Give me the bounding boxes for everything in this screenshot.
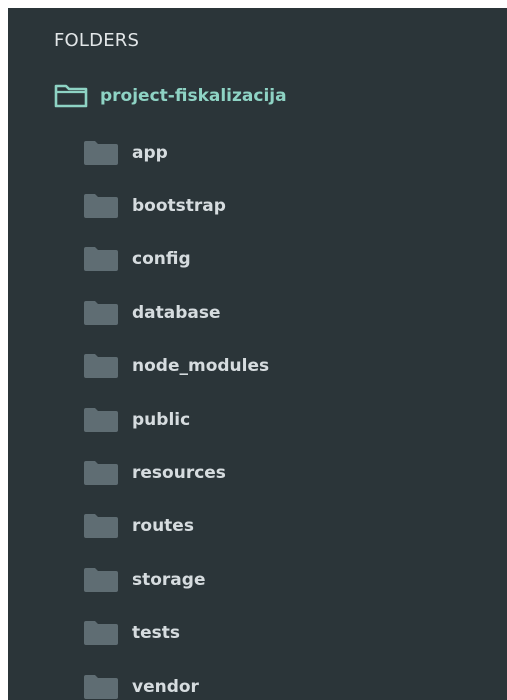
folder-label: routes — [132, 516, 194, 537]
folder-label: node_modules — [132, 356, 270, 377]
folder-item-config[interactable]: config — [84, 233, 269, 286]
folder-label: vendor — [132, 676, 199, 697]
folder-icon — [84, 461, 118, 486]
folder-icon — [84, 354, 118, 379]
folder-icon — [84, 247, 118, 272]
folder-item-vendor[interactable]: vendor — [84, 660, 269, 700]
folder-label: config — [132, 249, 191, 270]
folder-label: bootstrap — [132, 196, 226, 217]
root-folder-label: project-fiskalizacija — [100, 86, 287, 106]
folder-item-storage[interactable]: storage — [84, 553, 269, 606]
folder-label: database — [132, 302, 221, 323]
folder-open-icon — [54, 84, 88, 108]
folder-icon — [84, 300, 118, 325]
folder-label: storage — [132, 569, 206, 590]
folder-icon — [84, 407, 118, 432]
folder-icon — [84, 621, 118, 646]
folder-icon — [84, 194, 118, 219]
folders-header: FOLDERS — [54, 30, 140, 51]
folder-label: public — [132, 409, 191, 430]
folder-icon — [84, 140, 118, 165]
folder-icon — [84, 567, 118, 592]
folder-item-public[interactable]: public — [84, 393, 269, 446]
folder-item-database[interactable]: database — [84, 286, 269, 339]
folder-label: app — [132, 142, 168, 163]
root-folder[interactable]: project-fiskalizacija — [54, 81, 287, 111]
folder-label: tests — [132, 623, 181, 644]
folder-list: app bootstrap config database node_modul… — [84, 126, 269, 700]
folder-sidebar: FOLDERS project-fiskalizacija app bootst… — [8, 8, 507, 700]
folder-item-resources[interactable]: resources — [84, 446, 269, 499]
folder-icon — [84, 514, 118, 539]
folder-item-app[interactable]: app — [84, 126, 269, 179]
folder-item-routes[interactable]: routes — [84, 500, 269, 553]
folder-icon — [84, 674, 118, 699]
folder-item-tests[interactable]: tests — [84, 607, 269, 660]
folder-item-node-modules[interactable]: node_modules — [84, 340, 269, 393]
folder-label: resources — [132, 463, 226, 484]
folder-item-bootstrap[interactable]: bootstrap — [84, 179, 269, 232]
